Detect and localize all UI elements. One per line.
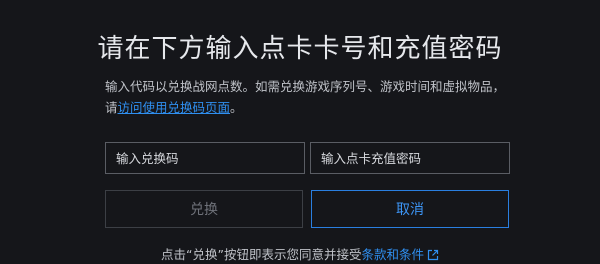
redeem-code-page-link[interactable]: 访问使用兑换码页面	[118, 100, 231, 115]
dialog-description: 输入代码以兑换战网点数。如需兑换游戏序列号、游戏时间和虚拟物品，请访问使用兑换码…	[105, 76, 505, 118]
terms-text: 点击“兑换”按钮即表示您同意并接受	[161, 247, 362, 262]
terms-link[interactable]: 条款和条件	[361, 247, 439, 262]
redeem-button-label: 兑换	[190, 202, 218, 218]
redeem-dialog: 请在下方输入点卡卡号和充值密码 输入代码以兑换战网点数。如需兑换游戏序列号、游戏…	[0, 0, 600, 264]
redeem-button[interactable]: 兑换	[105, 190, 303, 228]
dialog-title: 请在下方输入点卡卡号和充值密码	[97, 34, 503, 64]
description-end: 。	[230, 100, 243, 115]
terms-notice: 点击“兑换”按钮即表示您同意并接受条款和条件	[0, 244, 600, 264]
external-link-icon	[427, 249, 439, 264]
terms-link-label: 条款和条件	[361, 247, 424, 262]
cancel-button[interactable]: 取消	[311, 190, 509, 228]
card-password-input[interactable]	[310, 142, 510, 174]
redeem-code-input[interactable]	[105, 142, 305, 174]
cancel-button-label: 取消	[396, 202, 424, 218]
